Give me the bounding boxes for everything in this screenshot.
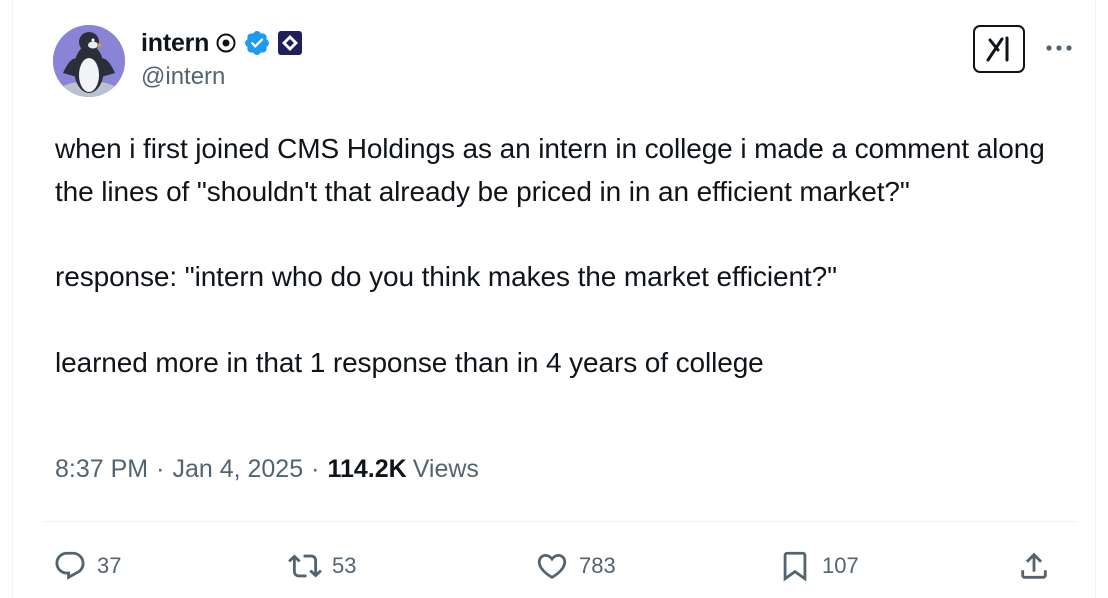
avatar[interactable] xyxy=(53,25,125,97)
repost-icon xyxy=(288,554,322,578)
tweet-text: when i first joined CMS Holdings as an i… xyxy=(55,128,1065,384)
penguin-avatar-icon xyxy=(53,25,125,97)
bookmark-button[interactable]: 107 xyxy=(778,546,859,586)
share-button[interactable] xyxy=(1017,546,1051,586)
share-icon xyxy=(1021,552,1047,579)
heart-icon xyxy=(537,553,567,579)
grok-button[interactable] xyxy=(973,25,1025,73)
meta-separator: · xyxy=(311,455,320,483)
views-label[interactable]: Views xyxy=(413,455,479,484)
like-count: 783 xyxy=(579,553,616,578)
tweet-meta: 8:37 PM · Jan 4, 2025 · 114.2K Views xyxy=(55,455,479,484)
views-count[interactable]: 114.2K xyxy=(327,455,406,484)
repost-count: 53 xyxy=(332,553,357,578)
reply-icon xyxy=(55,551,85,580)
tweet-paragraph: learned more in that 1 response than in … xyxy=(55,346,764,378)
more-icon xyxy=(1046,45,1072,51)
tweet-card: intern @intern when i first joined CMS H… xyxy=(12,0,1096,598)
tweet-paragraph: when i first joined CMS Holdings as an i… xyxy=(55,133,1045,207)
bookmark-count: 107 xyxy=(822,553,859,578)
display-name[interactable]: intern xyxy=(141,29,209,58)
reply-button[interactable]: 37 xyxy=(53,546,121,586)
bookmark-icon xyxy=(783,551,807,582)
author-handle[interactable]: @intern xyxy=(141,63,225,91)
repost-button[interactable]: 53 xyxy=(288,546,356,586)
tweet-date[interactable]: Jan 4, 2025 xyxy=(172,455,303,484)
like-button[interactable]: 783 xyxy=(535,546,616,586)
grok-icon xyxy=(986,36,1009,62)
reply-count: 37 xyxy=(97,553,122,578)
automated-account-icon[interactable] xyxy=(215,32,237,54)
verified-badge-icon[interactable] xyxy=(243,29,271,57)
affiliate-badge-icon[interactable] xyxy=(277,30,303,56)
more-button[interactable] xyxy=(1039,32,1079,64)
meta-separator: · xyxy=(156,455,165,483)
tweet-time[interactable]: 8:37 PM xyxy=(55,455,148,484)
tweet-paragraph: response: "intern who do you think makes… xyxy=(55,261,837,292)
divider xyxy=(43,521,1077,522)
author-name-row: intern xyxy=(141,26,303,60)
